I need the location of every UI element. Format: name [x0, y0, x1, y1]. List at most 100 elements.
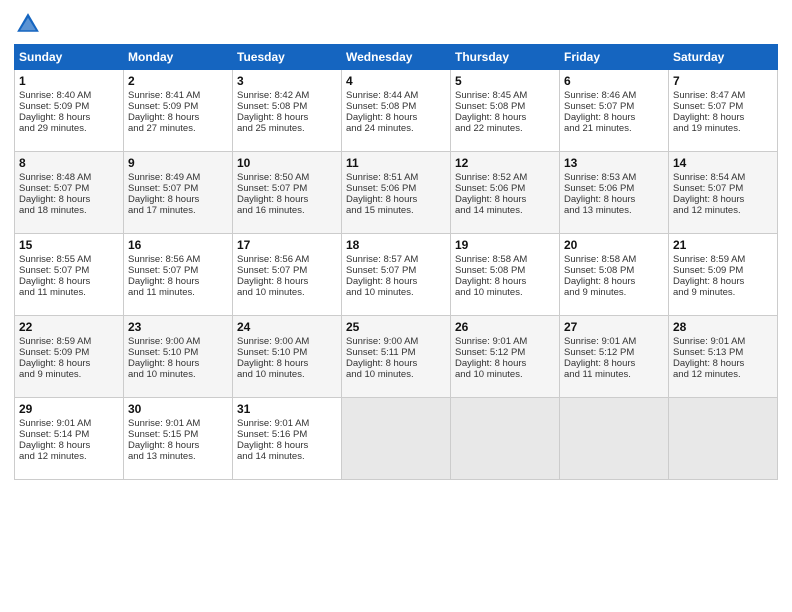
day-info-line: Sunset: 5:11 PM [346, 347, 446, 358]
day-info-line: and 12 minutes. [673, 205, 773, 216]
calendar-week-1: 1Sunrise: 8:40 AMSunset: 5:09 PMDaylight… [15, 70, 778, 152]
day-info-line: Sunset: 5:14 PM [19, 429, 119, 440]
day-info-line: Sunset: 5:09 PM [128, 101, 228, 112]
day-number: 30 [128, 402, 228, 416]
day-info-line: and 16 minutes. [237, 205, 337, 216]
day-info-line: Sunrise: 8:45 AM [455, 90, 555, 101]
day-number: 11 [346, 156, 446, 170]
day-info-line: and 9 minutes. [564, 287, 664, 298]
day-info-line: Sunrise: 9:01 AM [19, 418, 119, 429]
calendar-cell: 29Sunrise: 9:01 AMSunset: 5:14 PMDayligh… [15, 398, 124, 480]
day-info-line: Sunrise: 8:52 AM [455, 172, 555, 183]
day-info-line: and 10 minutes. [346, 369, 446, 380]
day-info-line: Sunrise: 9:01 AM [237, 418, 337, 429]
day-info-line: and 11 minutes. [564, 369, 664, 380]
day-info-line: Sunrise: 8:51 AM [346, 172, 446, 183]
page-container: SundayMondayTuesdayWednesdayThursdayFrid… [0, 0, 792, 486]
calendar-cell: 5Sunrise: 8:45 AMSunset: 5:08 PMDaylight… [451, 70, 560, 152]
day-info-line: and 15 minutes. [346, 205, 446, 216]
day-info-line: Sunrise: 8:58 AM [455, 254, 555, 265]
calendar-table: SundayMondayTuesdayWednesdayThursdayFrid… [14, 44, 778, 480]
day-info-line: Daylight: 8 hours [673, 276, 773, 287]
day-info-line: Daylight: 8 hours [564, 194, 664, 205]
day-info-line: Sunrise: 8:57 AM [346, 254, 446, 265]
calendar-cell: 21Sunrise: 8:59 AMSunset: 5:09 PMDayligh… [669, 234, 778, 316]
day-info-line: and 10 minutes. [237, 369, 337, 380]
day-info-line: and 10 minutes. [455, 287, 555, 298]
calendar-week-4: 22Sunrise: 8:59 AMSunset: 5:09 PMDayligh… [15, 316, 778, 398]
day-info-line: Sunrise: 8:56 AM [237, 254, 337, 265]
day-info-line: Daylight: 8 hours [673, 112, 773, 123]
day-info-line: Daylight: 8 hours [564, 276, 664, 287]
day-info-line: Sunset: 5:16 PM [237, 429, 337, 440]
calendar-cell: 10Sunrise: 8:50 AMSunset: 5:07 PMDayligh… [233, 152, 342, 234]
day-info-line: Sunset: 5:10 PM [128, 347, 228, 358]
day-info-line: Sunset: 5:09 PM [19, 347, 119, 358]
day-number: 24 [237, 320, 337, 334]
day-info-line: Sunset: 5:07 PM [128, 183, 228, 194]
day-info-line: Sunrise: 8:53 AM [564, 172, 664, 183]
day-info-line: and 29 minutes. [19, 123, 119, 134]
calendar-cell: 14Sunrise: 8:54 AMSunset: 5:07 PMDayligh… [669, 152, 778, 234]
calendar-header: SundayMondayTuesdayWednesdayThursdayFrid… [15, 45, 778, 70]
day-info-line: Sunrise: 8:41 AM [128, 90, 228, 101]
day-info-line: Daylight: 8 hours [19, 112, 119, 123]
day-number: 28 [673, 320, 773, 334]
calendar-week-5: 29Sunrise: 9:01 AMSunset: 5:14 PMDayligh… [15, 398, 778, 480]
day-info-line: Sunrise: 8:49 AM [128, 172, 228, 183]
day-number: 23 [128, 320, 228, 334]
day-number: 17 [237, 238, 337, 252]
day-info-line: and 17 minutes. [128, 205, 228, 216]
day-info-line: Sunrise: 8:54 AM [673, 172, 773, 183]
calendar-week-2: 8Sunrise: 8:48 AMSunset: 5:07 PMDaylight… [15, 152, 778, 234]
calendar-cell: 26Sunrise: 9:01 AMSunset: 5:12 PMDayligh… [451, 316, 560, 398]
day-info-line: Sunrise: 9:00 AM [237, 336, 337, 347]
calendar-cell: 16Sunrise: 8:56 AMSunset: 5:07 PMDayligh… [124, 234, 233, 316]
day-info-line: and 14 minutes. [237, 451, 337, 462]
day-info-line: Sunrise: 9:01 AM [564, 336, 664, 347]
day-info-line: Daylight: 8 hours [455, 112, 555, 123]
day-number: 15 [19, 238, 119, 252]
day-number: 5 [455, 74, 555, 88]
day-info-line: Sunrise: 8:48 AM [19, 172, 119, 183]
day-info-line: Daylight: 8 hours [19, 194, 119, 205]
day-info-line: Daylight: 8 hours [455, 358, 555, 369]
calendar-cell: 27Sunrise: 9:01 AMSunset: 5:12 PMDayligh… [560, 316, 669, 398]
day-number: 1 [19, 74, 119, 88]
day-info-line: Sunset: 5:08 PM [455, 265, 555, 276]
calendar-cell [669, 398, 778, 480]
weekday-header-friday: Friday [560, 45, 669, 70]
day-info-line: Sunset: 5:08 PM [346, 101, 446, 112]
page-header [14, 10, 778, 38]
day-info-line: and 22 minutes. [455, 123, 555, 134]
day-number: 9 [128, 156, 228, 170]
day-info-line: and 27 minutes. [128, 123, 228, 134]
day-info-line: and 11 minutes. [128, 287, 228, 298]
calendar-cell [342, 398, 451, 480]
calendar-body: 1Sunrise: 8:40 AMSunset: 5:09 PMDaylight… [15, 70, 778, 480]
day-info-line: Daylight: 8 hours [455, 194, 555, 205]
calendar-cell: 17Sunrise: 8:56 AMSunset: 5:07 PMDayligh… [233, 234, 342, 316]
day-info-line: Daylight: 8 hours [673, 358, 773, 369]
day-info-line: Sunset: 5:07 PM [673, 183, 773, 194]
day-number: 25 [346, 320, 446, 334]
day-info-line: Sunset: 5:06 PM [564, 183, 664, 194]
calendar-cell: 22Sunrise: 8:59 AMSunset: 5:09 PMDayligh… [15, 316, 124, 398]
day-info-line: Daylight: 8 hours [346, 112, 446, 123]
calendar-cell: 3Sunrise: 8:42 AMSunset: 5:08 PMDaylight… [233, 70, 342, 152]
day-info-line: and 18 minutes. [19, 205, 119, 216]
day-info-line: Sunset: 5:09 PM [673, 265, 773, 276]
day-number: 20 [564, 238, 664, 252]
calendar-cell: 18Sunrise: 8:57 AMSunset: 5:07 PMDayligh… [342, 234, 451, 316]
calendar-cell: 12Sunrise: 8:52 AMSunset: 5:06 PMDayligh… [451, 152, 560, 234]
day-info-line: Sunset: 5:06 PM [346, 183, 446, 194]
logo-icon [14, 10, 42, 38]
day-info-line: Sunset: 5:07 PM [564, 101, 664, 112]
day-info-line: and 13 minutes. [128, 451, 228, 462]
day-info-line: Sunset: 5:12 PM [455, 347, 555, 358]
day-info-line: and 10 minutes. [128, 369, 228, 380]
day-info-line: Daylight: 8 hours [237, 276, 337, 287]
calendar-cell: 25Sunrise: 9:00 AMSunset: 5:11 PMDayligh… [342, 316, 451, 398]
day-info-line: Sunrise: 8:59 AM [19, 336, 119, 347]
calendar-cell: 2Sunrise: 8:41 AMSunset: 5:09 PMDaylight… [124, 70, 233, 152]
